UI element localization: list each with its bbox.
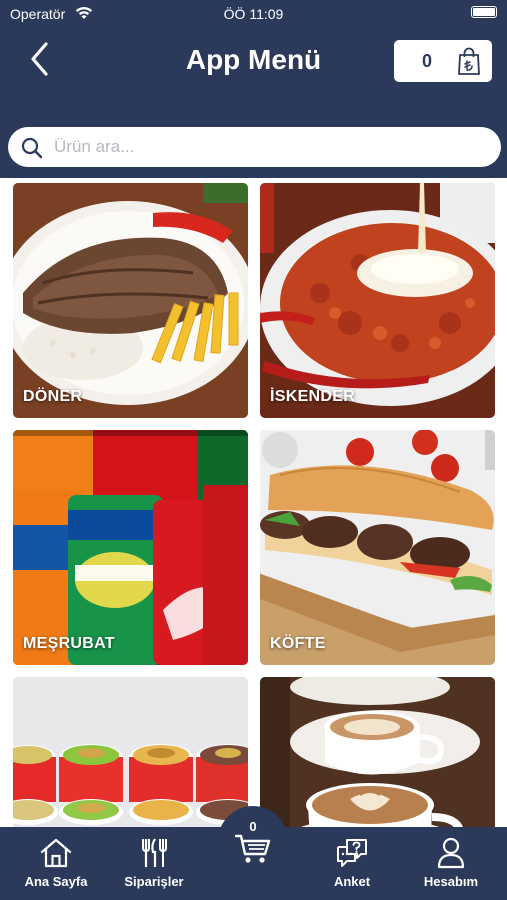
tab-home[interactable]: Ana Sayfa: [6, 827, 106, 900]
user-icon: [437, 837, 465, 869]
search-icon: [21, 137, 43, 159]
shopping-bag-icon: [458, 47, 480, 75]
category-tile-iskender[interactable]: İSKENDER: [260, 183, 495, 418]
category-label: MEŞRUBAT: [23, 635, 115, 652]
tab-account[interactable]: Hesabım: [401, 827, 501, 900]
fork-knife-icon: [142, 838, 167, 867]
center-cart-button[interactable]: 0: [218, 806, 288, 876]
cart-button[interactable]: 0: [394, 40, 492, 82]
shopping-cart-icon: [235, 834, 271, 863]
app-header: Operatör ÖÖ 11:09 App Menü 0: [0, 0, 507, 178]
category-label: DÖNER: [23, 388, 83, 405]
tab-orders[interactable]: Siparişler: [104, 827, 204, 900]
clock: ÖÖ 11:09: [223, 6, 284, 22]
tab-survey-label: Anket: [333, 874, 371, 889]
category-label: KÖFTE: [270, 635, 326, 652]
center-cart-count: 0: [249, 819, 257, 834]
doner-image: [13, 183, 248, 418]
search-input[interactable]: [54, 127, 484, 167]
category-tile-kofte[interactable]: KÖFTE: [260, 430, 495, 665]
search-bar: [8, 127, 501, 167]
category-tile-mesrubat[interactable]: MEŞRUBAT: [13, 430, 248, 665]
category-label: İSKENDER: [270, 388, 356, 405]
tab-account-label: Hesabım: [423, 874, 479, 889]
tab-orders-label: Siparişler: [124, 874, 184, 889]
tab-survey[interactable]: Anket: [302, 827, 402, 900]
home-icon: [40, 838, 72, 868]
mesrubat-image: [13, 430, 248, 665]
status-bar: Operatör ÖÖ 11:09: [0, 0, 507, 28]
chat-question-icon: [337, 839, 367, 867]
cart-count: 0: [422, 51, 433, 71]
battery-icon: [471, 6, 497, 18]
kofte-image: [260, 430, 495, 665]
category-tile-doner[interactable]: DÖNER: [13, 183, 248, 418]
tab-home-label: Ana Sayfa: [24, 874, 88, 889]
iskender-image: [260, 183, 495, 418]
